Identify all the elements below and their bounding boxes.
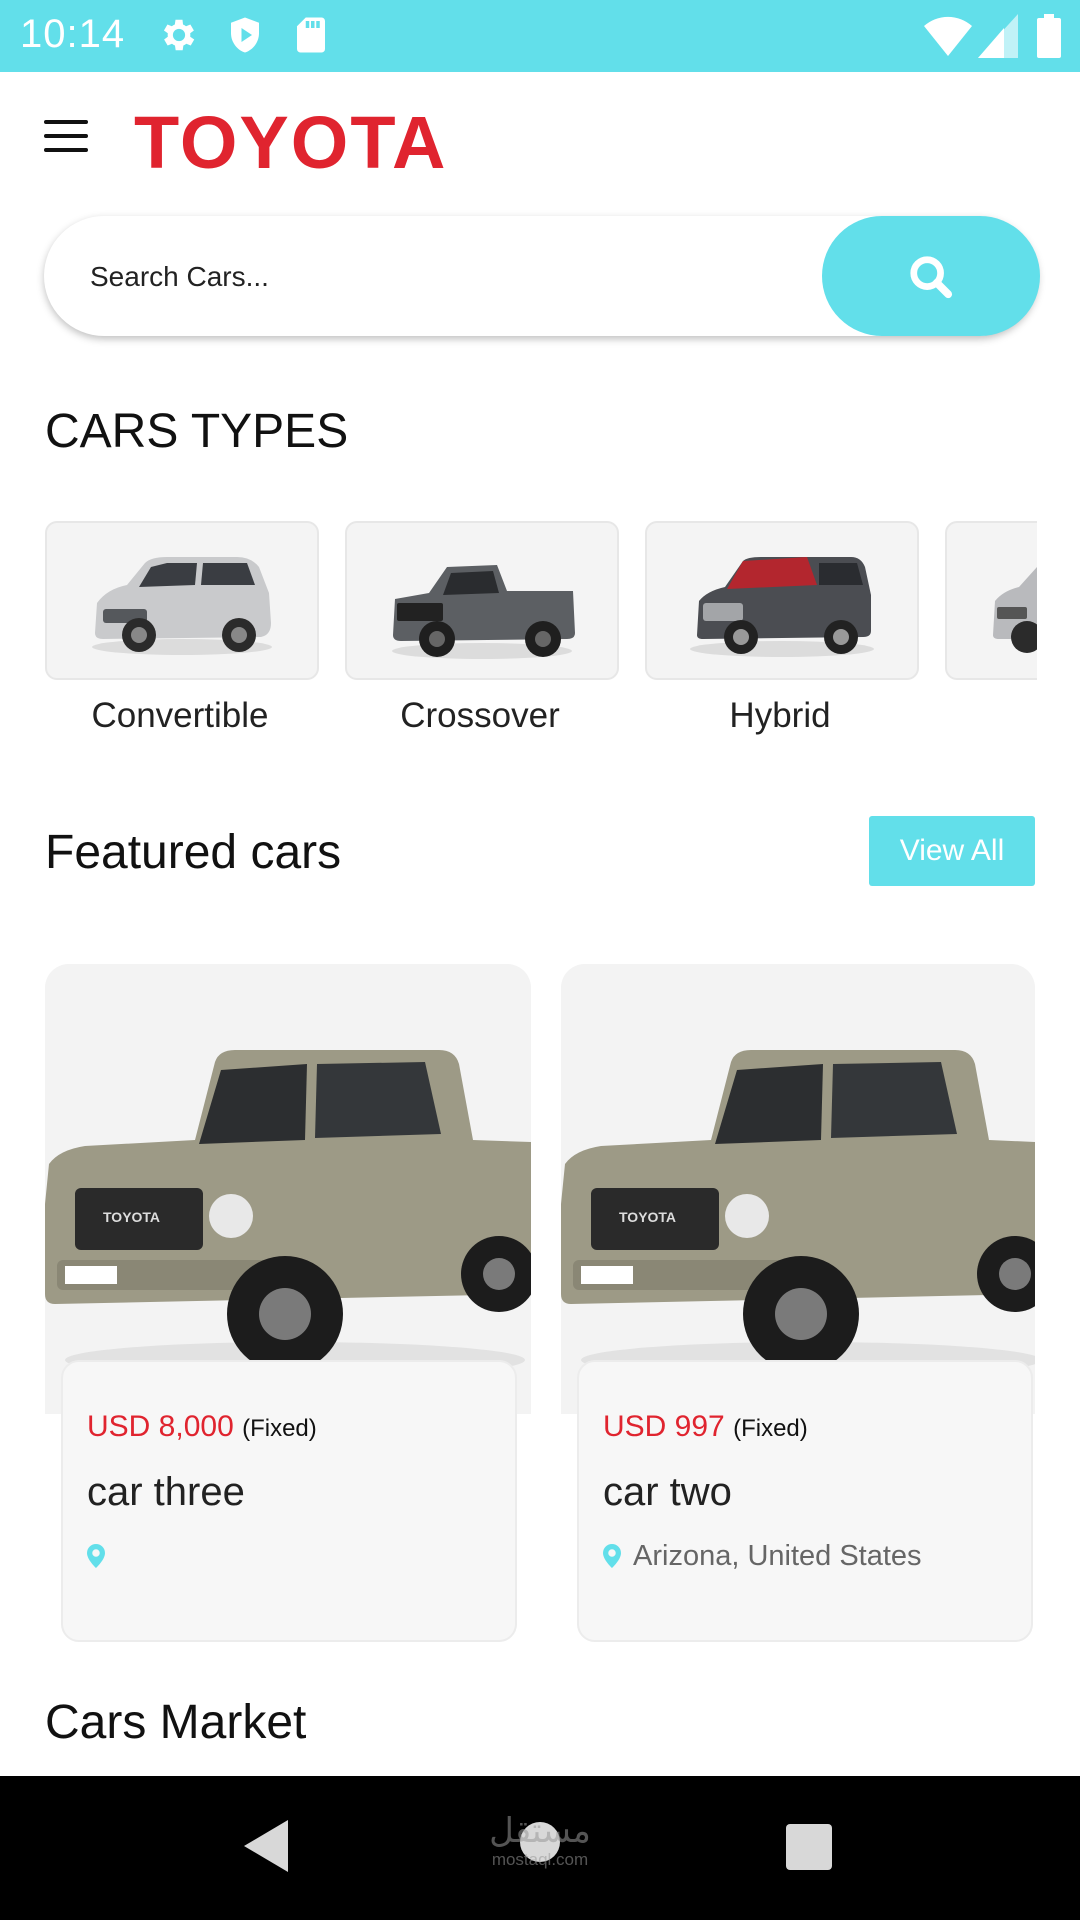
app-header: TOYOTA: [0, 72, 1080, 202]
car-types-title: CARS TYPES: [45, 405, 349, 458]
car-type-label: Convertible: [91, 696, 269, 735]
hamburger-menu-icon[interactable]: [44, 120, 88, 154]
featured-car-card[interactable]: TOYOTA USD 8,000 (Fixed) car three: [45, 964, 531, 1644]
recents-icon[interactable]: [786, 1824, 832, 1870]
brand-logo: TOYOTA: [134, 101, 448, 184]
car-price-note: (Fixed): [733, 1415, 808, 1442]
car-type-card-partial[interactable]: [945, 521, 1037, 680]
navigation-bar: مستقل mostaql.com: [0, 1776, 1080, 1920]
car-name: car two: [603, 1470, 732, 1514]
settings-icon: [163, 19, 195, 51]
location-pin-icon: [603, 1544, 621, 1568]
car-type-card-hybrid[interactable]: [645, 521, 919, 680]
red-gray-suv-image: [690, 557, 874, 657]
car-name: car three: [87, 1470, 245, 1514]
car-price: USD 997 (Fixed): [603, 1410, 808, 1444]
car-type-label: Hybrid: [729, 696, 831, 735]
car-price-value: USD 8,000: [87, 1410, 234, 1443]
car-type-card-convertible[interactable]: [45, 521, 319, 680]
car-type-label: Crossover: [400, 696, 560, 735]
car-price-value: USD 997: [603, 1410, 725, 1443]
silver-suv-image: [92, 557, 272, 655]
shield-play-icon: [231, 17, 259, 53]
search-bar: [44, 216, 1040, 338]
car-info-panel: USD 8,000 (Fixed) car three: [61, 1360, 517, 1642]
car-price: USD 8,000 (Fixed): [87, 1410, 317, 1444]
svg-text:TOYOTA: TOYOTA: [619, 1209, 676, 1225]
view-all-button[interactable]: View All: [869, 816, 1035, 886]
gray-pickup-image: [392, 565, 575, 659]
status-bar: 10:14: [0, 0, 1080, 72]
featured-cars-title: Featured cars: [45, 826, 342, 879]
car-image: TOYOTA: [561, 964, 1035, 1414]
sd-card-icon: [297, 17, 325, 53]
status-time: 10:14: [20, 12, 126, 56]
car-price-note: (Fixed): [242, 1415, 317, 1442]
car-image: TOYOTA: [45, 964, 531, 1414]
car-info-panel: USD 997 (Fixed) car two Arizona, United …: [577, 1360, 1033, 1642]
wifi-icon: [924, 16, 972, 56]
search-button[interactable]: [822, 216, 1040, 336]
battery-icon: [1037, 14, 1061, 58]
suv-partial-image: [993, 567, 1037, 653]
svg-text:TOYOTA: TOYOTA: [103, 1209, 160, 1225]
car-location-text: Arizona, United States: [633, 1540, 922, 1572]
location-pin-icon: [87, 1544, 105, 1568]
featured-car-card[interactable]: TOYOTA USD 997 (Fixed) car two Arizona, …: [561, 964, 1035, 1644]
car-location: [87, 1540, 117, 1573]
cars-market-title: Cars Market: [45, 1696, 307, 1749]
cell-signal-icon: [978, 14, 1018, 58]
watermark-logo: مستقل mostaql.com: [489, 1811, 591, 1869]
car-type-card-crossover[interactable]: [345, 521, 619, 680]
search-icon: [910, 256, 953, 299]
back-icon[interactable]: [244, 1820, 288, 1872]
car-location: Arizona, United States: [603, 1540, 922, 1573]
search-input[interactable]: [88, 216, 812, 338]
